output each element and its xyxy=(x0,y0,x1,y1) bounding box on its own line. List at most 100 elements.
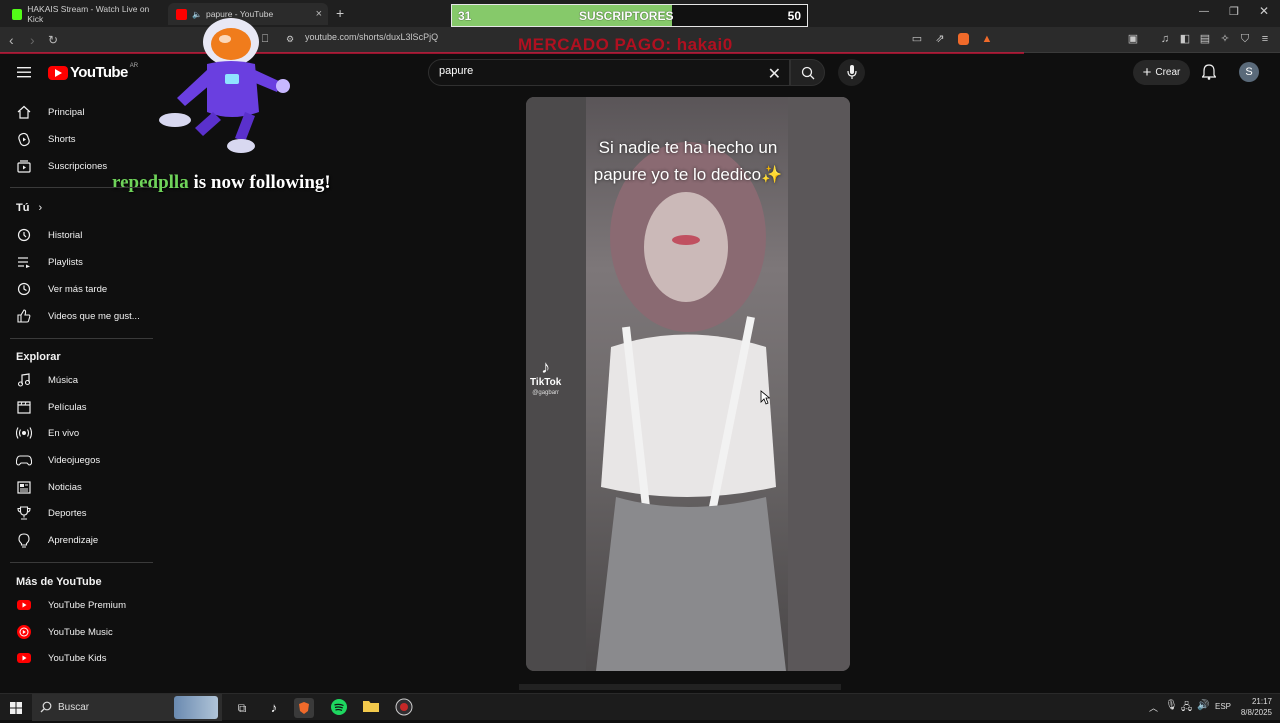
sidebar-item-label: En vivo xyxy=(48,427,80,439)
sidebar-item-label: Historial xyxy=(48,229,83,241)
notifications-bell-icon[interactable] xyxy=(1202,64,1216,80)
input-language[interactable]: ESP xyxy=(1215,702,1231,711)
search-input[interactable] xyxy=(439,65,739,77)
reload-icon[interactable]: ↻ xyxy=(48,31,58,49)
sidebar-divider xyxy=(10,187,153,188)
sidebar-section-you[interactable]: Tú › xyxy=(16,202,42,214)
share-icon[interactable]: ⇗ xyxy=(934,33,946,45)
horizontal-scrollbar[interactable] xyxy=(519,684,841,690)
search-highlight-image xyxy=(174,696,218,719)
youtube-wordmark: YouTube xyxy=(70,64,128,81)
spotify-app-icon[interactable] xyxy=(330,698,350,718)
sidebar-item-deportes[interactable]: Deportes xyxy=(10,500,153,526)
close-tab-icon[interactable]: × xyxy=(316,8,322,20)
create-label: Crear xyxy=(1155,67,1181,78)
sidebar-item-playlists[interactable]: Playlists xyxy=(10,249,153,275)
sidebar-item-en-vivo[interactable]: En vivo xyxy=(10,420,153,446)
sidebar-section-more-youtube: Más de YouTube xyxy=(16,576,102,588)
shorts-video-player[interactable]: Si nadie te ha hecho un papure yo te lo … xyxy=(526,97,850,671)
brave-shield-icon[interactable] xyxy=(958,33,969,45)
search-button[interactable] xyxy=(790,59,825,86)
sidebar-item-youtube-premium[interactable]: YouTube Premium xyxy=(10,592,153,618)
search-box: ✕ xyxy=(428,59,790,86)
subscriber-goal-bar: 31 SUSCRIPTORES 50 xyxy=(451,4,808,27)
sidebar-item-aprendizaje[interactable]: Aprendizaje xyxy=(10,527,153,553)
restore-button[interactable]: ❐ xyxy=(1229,5,1239,18)
close-window-button[interactable]: ✕ xyxy=(1259,4,1269,18)
sidebar-item-label: Playlists xyxy=(48,256,83,268)
tiktok-label: TikTok xyxy=(530,377,562,388)
sidebar-item-noticias[interactable]: Noticias xyxy=(10,474,153,500)
sidebar-item-label: Videos que me gust... xyxy=(48,310,140,322)
clear-search-icon[interactable]: ✕ xyxy=(768,64,781,84)
tab-kick[interactable]: HAKAIS Stream - Watch Live on Kick xyxy=(4,3,166,25)
youtube-kids-icon xyxy=(16,650,32,666)
tiktok-app-icon[interactable]: ♪ xyxy=(264,698,284,718)
url-field[interactable]: youtube.com/shorts/duxL3lScPjQ xyxy=(305,32,438,42)
microphone-tray-icon[interactable]: 🎙 xyxy=(1165,700,1178,711)
sidebar-toggle-icon[interactable]: ◧ xyxy=(1179,33,1191,45)
youtube-music-icon xyxy=(16,624,32,640)
cast-icon[interactable]: ▭ xyxy=(911,33,923,45)
sidebar-item-historial[interactable]: Historial xyxy=(10,222,153,248)
voice-search-button[interactable] xyxy=(838,59,865,86)
sidebar-item-musica[interactable]: Música xyxy=(10,367,153,393)
account-avatar[interactable]: S xyxy=(1239,62,1259,82)
sidebar-item-youtube-music[interactable]: YouTube Music xyxy=(10,619,153,645)
tiktok-username: @gagbarr xyxy=(532,390,560,396)
sidebar-item-peliculas[interactable]: Películas xyxy=(10,394,153,420)
sidebar-item-label: Principal xyxy=(48,106,85,118)
clock[interactable]: 21:17 8/8/2025 xyxy=(1241,696,1272,718)
sidebar-item-label: Shorts xyxy=(48,133,76,145)
video-caption: Si nadie te ha hecho un papure yo te lo … xyxy=(526,134,850,188)
music-icon[interactable]: ♫ xyxy=(1159,33,1171,45)
windows-start-icon[interactable] xyxy=(10,702,22,714)
leo-ai-icon[interactable]: ✧ xyxy=(1219,33,1231,45)
home-icon xyxy=(16,104,32,120)
brave-app-icon[interactable] xyxy=(294,698,314,718)
sidebar-item-label: Noticias xyxy=(48,481,82,493)
sidebar-item-principal[interactable]: Principal xyxy=(10,99,153,125)
youtube-logo[interactable]: YouTube AR xyxy=(48,63,138,81)
minimize-button[interactable]: — xyxy=(1199,6,1209,17)
taskbar-search[interactable]: Buscar xyxy=(32,694,222,721)
windows-taskbar: Buscar ⧉ ♪ ︿ 🎙 🖧 🔊 ESP 21:17 8/8/2025 xyxy=(0,693,1280,721)
sidebar-item-shorts[interactable]: Shorts xyxy=(10,126,153,152)
tab-title: HAKAIS Stream - Watch Live on Kick xyxy=(27,4,150,24)
new-tab-button[interactable]: + xyxy=(336,5,344,21)
screenshot-icon[interactable]: ▣ xyxy=(1127,33,1139,45)
wallet-icon[interactable]: ▤ xyxy=(1199,33,1211,45)
kick-favicon-icon xyxy=(12,8,23,20)
donation-alias: MERCADO PAGO: hakai0 xyxy=(518,35,733,54)
brave-rewards-icon[interactable]: ▲ xyxy=(981,33,993,45)
youtube-play-icon xyxy=(48,65,68,80)
sidebar-item-videos-que-me-gustan[interactable]: Videos que me gust... xyxy=(10,303,153,329)
forward-icon[interactable]: › xyxy=(30,31,35,49)
sidebar-item-videojuegos[interactable]: Videojuegos xyxy=(10,447,153,473)
sidebar-item-label: Aprendizaje xyxy=(48,534,99,546)
back-icon[interactable]: ‹ xyxy=(9,31,14,49)
tray-chevron-icon[interactable]: ︿ xyxy=(1149,701,1158,714)
create-button[interactable]: + Crear xyxy=(1133,60,1190,85)
chevron-right-icon: › xyxy=(38,202,43,214)
sidebar-item-label: YouTube Kids xyxy=(48,652,107,664)
subscriber-label: SUSCRIPTORES xyxy=(579,9,674,23)
volume-icon[interactable]: 🔊 xyxy=(1197,700,1209,711)
hamburger-menu-icon[interactable] xyxy=(17,66,31,78)
clapperboard-icon xyxy=(16,399,32,415)
network-icon[interactable]: 🖧 xyxy=(1181,700,1192,717)
task-view-icon[interactable]: ⧉ xyxy=(232,698,252,718)
sidebar-item-youtube-kids[interactable]: YouTube Kids xyxy=(10,645,153,671)
file-explorer-icon[interactable] xyxy=(362,698,382,718)
sidebar-item-label: YouTube Premium xyxy=(48,599,126,611)
browser-menu-icon[interactable]: ≡ xyxy=(1259,33,1271,45)
obs-app-icon[interactable] xyxy=(395,698,415,718)
sidebar-item-label: Ver más tarde xyxy=(48,283,108,295)
tiktok-watermark: ♪ TikTok @gagbarr xyxy=(530,357,561,396)
trophy-icon xyxy=(16,505,32,521)
vpn-icon[interactable]: ⛉ xyxy=(1239,33,1251,45)
sidebar-section-explore: Explorar xyxy=(16,351,61,363)
sidebar-item-ver-mas-tarde[interactable]: Ver más tarde xyxy=(10,276,153,302)
sidebar-item-suscripciones[interactable]: Suscripciones xyxy=(10,153,153,179)
youtube-premium-icon xyxy=(16,597,32,613)
